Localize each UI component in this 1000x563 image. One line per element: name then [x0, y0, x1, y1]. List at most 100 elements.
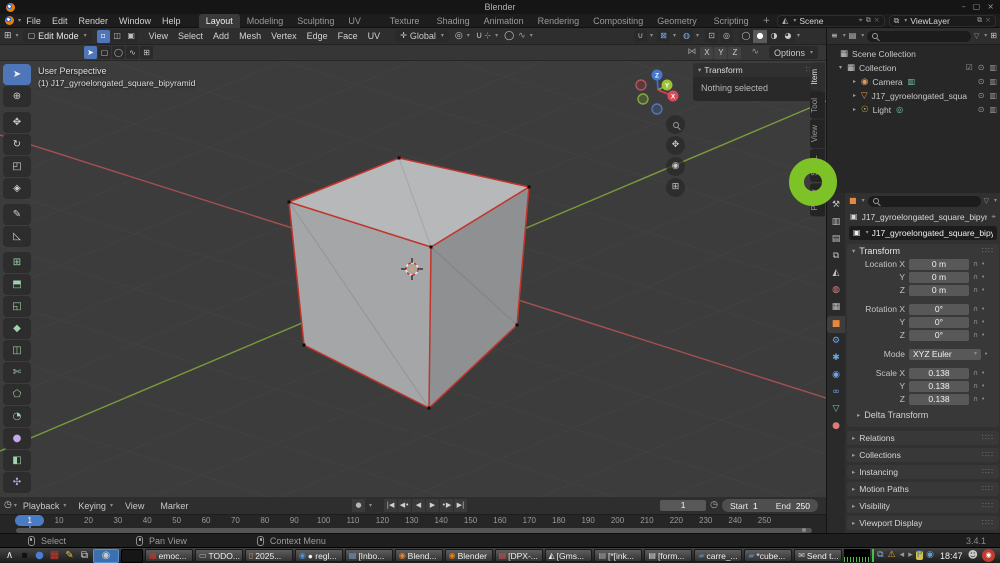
navigation-gizmo[interactable]: Z Y X — [618, 63, 698, 123]
value-input[interactable]: 0° — [909, 317, 969, 328]
workspace-tab[interactable]: Geometry Nodes — [650, 14, 706, 28]
tool-button[interactable]: ✥ — [3, 112, 31, 133]
tool-button[interactable]: ✎ — [3, 204, 31, 225]
properties-tab[interactable]: ⚒ — [827, 197, 845, 214]
tray-icon[interactable]: ⚠ — [887, 551, 897, 560]
menu-item[interactable]: Help — [162, 16, 181, 26]
animate-dot-icon[interactable]: • — [981, 306, 985, 313]
outliner-item-label[interactable]: J17_gyroelongated_squa — [872, 91, 967, 101]
properties-tab[interactable]: ⧉ — [827, 248, 845, 265]
menu-item[interactable]: Edge — [307, 31, 328, 41]
viewport-toggle[interactable]: ∪▾ — [634, 30, 653, 43]
rotation-mode-dropdown[interactable]: XYZ Euler ▾ — [909, 349, 981, 360]
pin-icon[interactable]: ⌖ — [991, 213, 996, 221]
value-input[interactable]: 0.138 — [909, 381, 969, 392]
cube-mesh[interactable] — [288, 157, 531, 410]
window-button[interactable]: ▤ [DPX-... — [495, 549, 543, 562]
editor-type-icon[interactable]: ■ — [849, 197, 857, 205]
lock-icon[interactable]: ∩ — [973, 261, 978, 268]
frame-tick[interactable]: 130 — [397, 515, 426, 526]
pivot-dropdown[interactable]: ◎ ▾ — [455, 32, 470, 41]
tray-icon[interactable]: ◂ — [899, 551, 906, 560]
record-button[interactable]: ● ▾ — [352, 499, 372, 512]
show-overlays-toggle[interactable]: ◎ — [720, 30, 733, 43]
transport-button[interactable]: ◀• — [398, 499, 411, 512]
frame-tick[interactable]: 210 — [632, 515, 661, 526]
frame-tick[interactable]: 240 — [720, 515, 749, 526]
frame-tick[interactable]: 110 — [338, 515, 367, 526]
scene-selector[interactable]: ◭ ▾ Scene ⌖ ⧉ × — [777, 15, 884, 27]
properties-tab[interactable]: ◉ — [827, 367, 845, 384]
workspace-tab[interactable]: Shading — [430, 14, 477, 28]
copy-icon[interactable]: ⧉ — [977, 17, 982, 24]
mode-dropdown[interactable]: ▢ Edit Mode ▾ — [23, 30, 92, 43]
menu-item[interactable]: Select — [178, 31, 203, 41]
properties-tab[interactable]: ▦ — [827, 299, 845, 316]
expander-icon[interactable]: ▸ — [853, 93, 861, 99]
workspace-tab[interactable]: Modeling — [240, 14, 291, 28]
window-button[interactable]: ✉ Send t... — [794, 549, 842, 562]
launcher-icon[interactable]: ∧ — [3, 551, 16, 561]
animate-dot-icon[interactable]: • — [981, 319, 985, 326]
menu-item[interactable]: Playback▾ — [23, 501, 67, 511]
workspace-tab[interactable]: Scripting — [707, 14, 756, 28]
shading-mode-button[interactable]: ◕ — [781, 30, 795, 43]
frame-tick[interactable]: 160 — [485, 515, 514, 526]
window-button[interactable]: ▦ emoc... — [145, 549, 193, 562]
value-input[interactable]: 0.138 — [909, 368, 969, 379]
value-input[interactable]: 0° — [909, 330, 969, 341]
launcher-icon[interactable]: ▪ — [18, 551, 31, 561]
active-launcher-blender[interactable]: ◉ — [93, 549, 119, 563]
frame-tick[interactable]: 30 — [103, 515, 132, 526]
select-variant-button[interactable]: ⊞ — [140, 46, 153, 59]
value-input[interactable]: 0° — [909, 304, 969, 315]
workspace-tab[interactable]: UV Editing — [341, 14, 383, 28]
expander-icon[interactable]: ▾ — [839, 65, 847, 71]
select-mode-button[interactable]: ▣ — [125, 30, 138, 43]
menu-item[interactable]: File — [26, 16, 41, 26]
breadcrumb-label[interactable]: J17_gyroelongated_square_bipyr... — [862, 212, 988, 222]
transport-button[interactable]: ▶| — [454, 499, 467, 512]
render-visibility-icon[interactable]: ▥ — [989, 92, 997, 100]
tool-button[interactable]: ◺ — [3, 226, 31, 247]
properties-tab[interactable]: ■ — [827, 316, 845, 333]
properties-tab[interactable]: ✱ — [827, 350, 845, 367]
value-input[interactable]: 0 m — [909, 272, 969, 283]
chevron-down-icon[interactable]: ▾ — [698, 66, 701, 74]
add-workspace-button[interactable]: + — [756, 14, 778, 28]
transport-button[interactable]: •▶ — [440, 499, 453, 512]
frame-range[interactable]: Start 1 End 250 — [722, 499, 818, 512]
tool-button[interactable]: ◰ — [3, 156, 31, 177]
orientation-dropdown[interactable]: ✛ Global ▾ — [395, 30, 449, 43]
outliner-item-label[interactable]: Light — [873, 105, 891, 115]
render-visibility-icon[interactable]: ▥ — [989, 64, 997, 72]
tray-icon[interactable]: ◉ — [925, 551, 935, 560]
menu-item[interactable]: Marker — [160, 501, 192, 511]
launcher-icon[interactable]: ● — [33, 551, 46, 561]
collapsed-panel[interactable]: ▸ Motion Paths ∷∷ — [847, 482, 999, 496]
workspace-tab[interactable]: Texture Paint — [383, 14, 430, 28]
viewport-toggle[interactable]: ⊠▾ — [657, 30, 676, 43]
window-button[interactable]: ◉ Blender — [445, 549, 493, 562]
frame-tick[interactable]: 250 — [750, 515, 779, 526]
perspective-toggle-button[interactable]: ⊞ — [666, 178, 685, 197]
menu-item[interactable]: Face — [338, 31, 358, 41]
frame-tick[interactable]: 90 — [280, 515, 309, 526]
eye-icon[interactable]: ⊙ — [978, 106, 985, 114]
properties-tab[interactable]: ▥ — [827, 214, 845, 231]
user-icon[interactable]: ☻ — [968, 551, 978, 561]
start-value[interactable]: 1 — [753, 501, 758, 511]
axis-neg-x[interactable] — [636, 80, 646, 90]
tool-button[interactable]: ✄ — [3, 362, 31, 383]
window-button[interactable]: ◉ Blend... — [395, 549, 443, 562]
window-button[interactable]: ◉ ● regl... — [295, 549, 343, 562]
tool-button[interactable]: ⬠ — [3, 384, 31, 405]
object-name-field[interactable]: ▣ ▾ J17_gyroelongated_square_bipyramid — [849, 226, 997, 240]
frame-tick[interactable]: 1 — [15, 515, 44, 526]
delta-transform-row[interactable]: ▸ Delta Transform — [847, 408, 999, 422]
menu-item[interactable]: UV — [368, 31, 381, 41]
eye-icon[interactable]: ⊙ — [978, 78, 985, 86]
outliner-row[interactable]: ▦ Scene Collection ⊙ ▥ — [827, 47, 1000, 61]
frame-tick[interactable]: 70 — [221, 515, 250, 526]
camera-view-button[interactable]: ◉ — [666, 157, 685, 176]
